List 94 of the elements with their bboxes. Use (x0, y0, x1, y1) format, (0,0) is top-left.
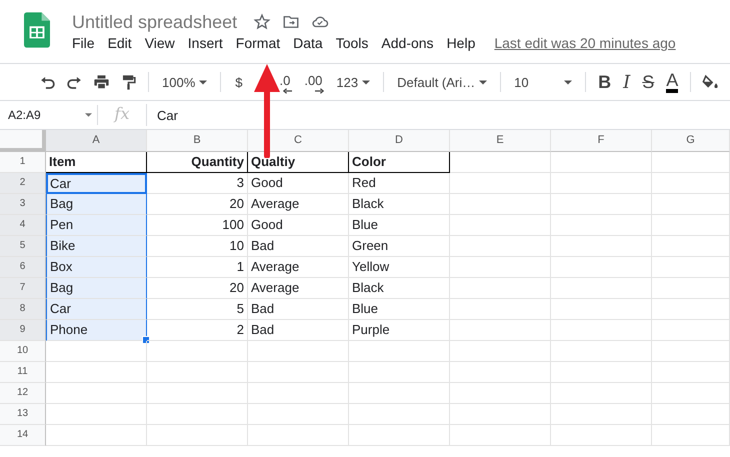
star-icon[interactable] (253, 13, 272, 31)
toolbar-dropdown[interactable]: Default (Ari… (397, 74, 488, 90)
cell-text: 20 (230, 280, 244, 295)
decimal-more-button[interactable]: .00 (304, 73, 322, 91)
column-header[interactable]: G (652, 130, 730, 152)
menu-item[interactable]: Help (446, 35, 476, 51)
document-title[interactable]: Untitled spreadsheet (72, 12, 238, 32)
caret-icon[interactable] (362, 80, 370, 84)
caret-icon[interactable] (479, 80, 488, 84)
caret-icon[interactable] (564, 80, 572, 84)
cell-text: Blue (352, 217, 378, 232)
cell-text: Bag (50, 280, 74, 295)
formula-input[interactable]: Car (157, 108, 178, 122)
row-header[interactable]: 11 (0, 362, 46, 383)
cell-text: 3 (236, 175, 244, 190)
strikethrough-button[interactable]: S (642, 72, 654, 92)
cell-text: Average (251, 280, 300, 295)
row-header[interactable]: 4 (0, 215, 46, 236)
cell-text: Bike (50, 238, 76, 253)
column-header[interactable]: B (147, 130, 248, 152)
cell-text: Item (49, 154, 76, 169)
cell-text: 20 (230, 196, 244, 211)
last-edit-link[interactable]: Last edit was 20 minutes ago (494, 35, 676, 51)
row-header[interactable]: 5 (0, 236, 46, 257)
caret-icon[interactable] (85, 113, 92, 117)
menu-item[interactable]: Data (293, 35, 323, 51)
decimal-less-button[interactable]: .0 (279, 73, 290, 91)
cell-text: Average (251, 196, 300, 211)
cell-text: Pen (50, 217, 74, 232)
menu-item[interactable]: Insert (188, 35, 223, 51)
cell-text: Car (50, 301, 71, 316)
cell-text: Black (352, 280, 384, 295)
cell-text: 2 (236, 322, 244, 337)
cell-text: Purple (352, 322, 390, 337)
folder-icon[interactable] (282, 13, 300, 31)
menu-item[interactable]: Edit (108, 35, 132, 51)
menu-item[interactable]: Format (236, 35, 280, 51)
cell-text: Bad (251, 238, 274, 253)
cell-text: Phone (50, 322, 88, 337)
format-button[interactable]: $ (235, 74, 242, 90)
row-header[interactable]: 14 (0, 425, 46, 446)
function-label: fx (98, 104, 147, 126)
cell-text: Good (251, 175, 283, 190)
menu-item[interactable]: Add-ons (381, 35, 434, 51)
cell-text: Good (251, 217, 283, 232)
fill-handle[interactable] (142, 336, 150, 344)
row-header[interactable]: 1 (0, 152, 46, 173)
menu-item[interactable]: View (144, 35, 175, 51)
cell-text: 10 (230, 238, 244, 253)
row-header[interactable]: 8 (0, 299, 46, 320)
toolbar-dropdown[interactable]: 100% (162, 74, 208, 90)
column-header[interactable]: D (349, 130, 450, 152)
cell-text: 1 (236, 259, 244, 274)
row-header[interactable]: 13 (0, 404, 46, 425)
arrow-icon (283, 88, 292, 94)
row-header[interactable]: 10 (0, 341, 46, 362)
arrow-icon (315, 88, 324, 94)
cell-text: Box (50, 259, 72, 274)
cell-text: Quantity (191, 154, 244, 169)
menu-item[interactable]: Tools (336, 35, 368, 51)
row-header[interactable]: 7 (0, 278, 46, 299)
row-header[interactable]: 12 (0, 383, 46, 404)
cell-text: Color (352, 154, 386, 169)
cell-text: Bad (251, 322, 274, 337)
row-header[interactable]: 2 (0, 173, 46, 194)
cell-text: Bad (251, 301, 274, 316)
bold-button[interactable]: B (598, 72, 612, 92)
caret-icon[interactable] (199, 80, 208, 84)
print-icon[interactable] (92, 72, 111, 92)
name-box[interactable]: A2:A9 (0, 105, 98, 125)
cell-text: Average (251, 259, 300, 274)
toolbar-dropdown[interactable]: 10 (514, 74, 572, 90)
cell-text: Green (352, 238, 388, 253)
italic-button[interactable]: I (623, 72, 630, 92)
cell-text: Black (352, 196, 384, 211)
cell-text: Red (352, 175, 376, 190)
text-color-button[interactable]: A (666, 71, 678, 93)
cell-text: Blue (352, 301, 378, 316)
row-header[interactable]: 9 (0, 320, 46, 341)
column-header[interactable]: F (551, 130, 652, 152)
toolbar-dropdown[interactable]: 123 (336, 74, 370, 90)
sheets-logo-icon[interactable] (24, 12, 50, 48)
cell-text: Qualtiy (251, 154, 296, 169)
column-header[interactable]: A (46, 130, 147, 152)
menu-item[interactable]: File (72, 35, 95, 51)
column-header[interactable]: E (450, 130, 551, 152)
column-header[interactable]: C (248, 130, 349, 152)
cell-text: Car (50, 176, 71, 191)
cell-text: 100 (222, 217, 244, 232)
cell-text: 5 (236, 301, 244, 316)
cell-text: Bag (50, 196, 74, 211)
cell-text: Yellow (352, 259, 390, 274)
row-header[interactable]: 6 (0, 257, 46, 278)
row-header[interactable]: 3 (0, 194, 46, 215)
